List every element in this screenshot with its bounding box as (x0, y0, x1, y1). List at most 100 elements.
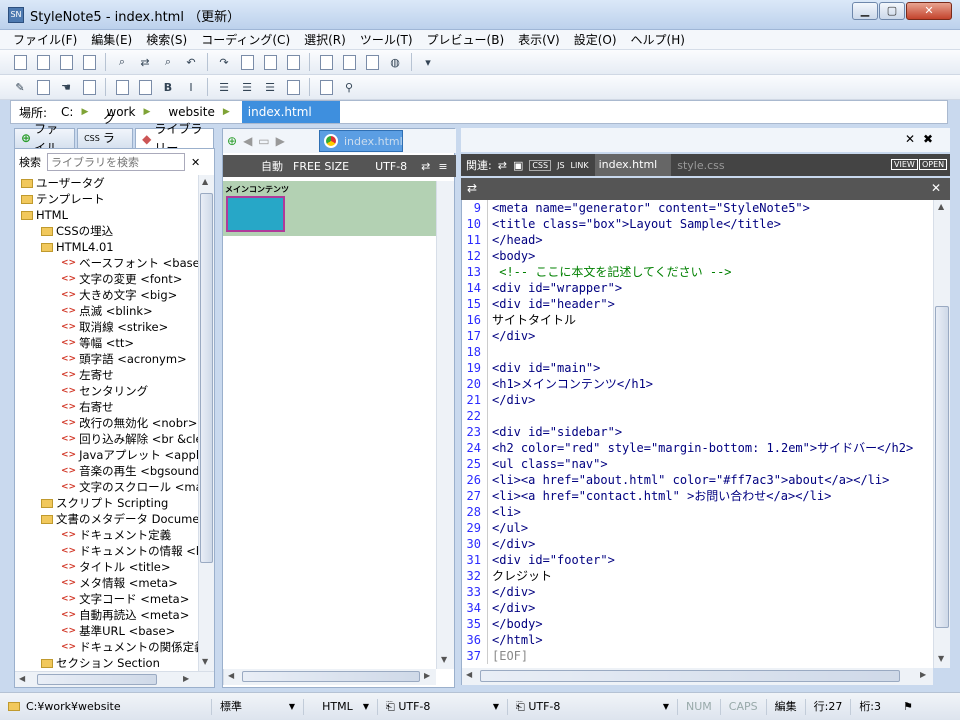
related-active-file[interactable]: index.html (594, 154, 672, 176)
scroll-left-icon[interactable]: ◀ (19, 674, 25, 683)
editor-horizontal-scrollbar[interactable]: ◀ ▶ (461, 668, 933, 685)
code-line[interactable]: 32 クレジット (462, 568, 933, 584)
code-line[interactable]: 27 <li><a href="contact.html" >お問い合わせ</a>… (462, 488, 933, 504)
crumb-current-file[interactable]: index.html (241, 101, 340, 123)
tree-item[interactable]: <> 文字の変更 <font> (15, 271, 198, 287)
scroll-right-icon[interactable]: ▶ (920, 670, 926, 679)
tree-item[interactable]: <>ドキュメントの関係定義 < (15, 639, 198, 655)
code-line[interactable]: 30 </div> (462, 536, 933, 552)
tree-folder[interactable]: テンプレート (15, 191, 198, 207)
status-mode[interactable]: 標準 ▼ (212, 698, 304, 715)
menu-item[interactable]: 選択(R) (297, 30, 353, 49)
tree-item[interactable]: <> 改行の無効化 <nobr> (15, 415, 198, 431)
scroll-left-icon[interactable]: ◀ (466, 670, 472, 679)
tree-horizontal-scrollbar[interactable]: ◀ ▶ (15, 671, 214, 687)
italic-icon[interactable]: I (181, 77, 201, 97)
code-line[interactable]: 24 <h2 color="red" style="margin-bottom: … (462, 440, 933, 456)
align-left-icon[interactable]: ☰ (214, 77, 234, 97)
copy-icon[interactable] (260, 52, 280, 72)
scroll-right-icon[interactable]: ▶ (424, 671, 430, 680)
code-editor[interactable]: 9 <meta name="generator" content="StyleNo… (461, 200, 933, 668)
code-line[interactable]: 37 [EOF] (462, 648, 933, 664)
code-line[interactable]: 11 </head> (462, 232, 933, 248)
tree-folder[interactable]: ユーザータグ (15, 175, 198, 191)
close-icon[interactable]: ✕ (931, 181, 941, 195)
sync-icon[interactable]: ⇄ (467, 181, 477, 195)
tree-item[interactable]: <> 右寄せ (15, 399, 198, 415)
tab-files[interactable]: ⊕ファイル (14, 122, 76, 155)
align-center-icon[interactable]: ☰ (237, 77, 257, 97)
tree-folder[interactable]: HTML4.01 (15, 239, 198, 255)
code-line[interactable]: 33 </div> (462, 584, 933, 600)
close-tab-icon[interactable]: ✕ (905, 132, 915, 146)
link-filter[interactable]: LINK (571, 161, 589, 170)
page-icon[interactable] (339, 52, 359, 72)
preview-file-tab[interactable]: index.html (319, 130, 403, 152)
status-language[interactable]: HTML ▼ (304, 698, 378, 715)
tree-item[interactable]: <> 音楽の再生 <bgsound> (15, 463, 198, 479)
crumb-drive[interactable]: C: ▶ (55, 105, 100, 119)
menu-item[interactable]: 検索(S) (139, 30, 194, 49)
color-palette-icon[interactable] (316, 52, 336, 72)
scroll-up-icon[interactable]: ▲ (938, 202, 944, 211)
stamp-icon[interactable]: ⚑ (903, 700, 913, 713)
code-line[interactable]: 19 <div id="main"> (462, 360, 933, 376)
html-icon[interactable] (112, 77, 132, 97)
code-line[interactable]: 31 <div id="footer"> (462, 552, 933, 568)
css-icon[interactable] (135, 77, 155, 97)
code-line[interactable]: 20 <h1>メインコンテンツ</h1> (462, 376, 933, 392)
pencil-icon[interactable]: ✎ (10, 77, 30, 97)
code-line[interactable]: 35 </body> (462, 616, 933, 632)
scroll-down-icon[interactable]: ▼ (441, 655, 447, 664)
related-css-file[interactable]: style.css (677, 159, 724, 172)
maximize-button[interactable]: ▢ (879, 2, 905, 20)
tab-classes[interactable]: CSSクラス (77, 112, 134, 164)
tree-item[interactable]: <> 左寄せ (15, 367, 198, 383)
tree-item[interactable]: <> センタリング (15, 383, 198, 399)
open-button[interactable]: OPEN (919, 159, 948, 170)
scroll-right-icon[interactable]: ▶ (183, 674, 189, 683)
add-tab-icon[interactable]: ⊕ (227, 134, 237, 148)
preview-vertical-scrollbar[interactable]: ▼ (436, 181, 454, 669)
replace-icon[interactable]: ⇄ (135, 52, 155, 72)
image-icon[interactable] (283, 77, 303, 97)
code-line[interactable]: 9 <meta name="generator" content="StyleNo… (462, 200, 933, 216)
code-line[interactable]: 14 <div id="wrapper"> (462, 280, 933, 296)
menu-item[interactable]: 表示(V) (511, 30, 567, 49)
tree-folder[interactable]: スクリプト Scripting (15, 495, 198, 511)
back-icon[interactable]: ◀ (243, 134, 252, 148)
forward-icon[interactable]: ▶ (276, 134, 285, 148)
scroll-thumb[interactable] (935, 306, 949, 628)
size-label[interactable]: FREE SIZE (293, 160, 349, 173)
tree-folder[interactable]: HTML (15, 207, 198, 223)
tree-folder[interactable]: CSSの埋込 (15, 223, 198, 239)
tree-item[interactable]: <> 大きめ文字 <big> (15, 287, 198, 303)
encoding-label[interactable]: UTF-8 (375, 160, 407, 173)
lock-icon[interactable]: ▣ (513, 159, 523, 172)
code-line[interactable]: 17 </div> (462, 328, 933, 344)
crumb-website[interactable]: website ▶ (162, 105, 241, 119)
code-line[interactable]: 22 (462, 408, 933, 424)
tree-item[interactable]: <> 基準URL <base> (15, 623, 198, 639)
tree-item[interactable]: <> タイトル <title> (15, 559, 198, 575)
refresh-icon[interactable]: ⇄ (421, 160, 430, 173)
minimize-button[interactable]: ▁ (852, 2, 878, 20)
hscroll-thumb[interactable] (480, 670, 900, 682)
menu-item[interactable]: 設定(O) (567, 30, 624, 49)
close-all-icon[interactable]: ✖ (923, 132, 933, 146)
page-icon[interactable]: ▭ (258, 134, 269, 148)
browser-icon[interactable]: ◍ (385, 52, 405, 72)
status-encoding-2[interactable]: ⎗ UTF-8 ▼ (508, 698, 678, 715)
js-filter[interactable]: JS (557, 161, 564, 170)
code-line[interactable]: 28 <li> (462, 504, 933, 520)
hand-icon[interactable]: ☚ (56, 77, 76, 97)
menu-item[interactable]: プレビュー(B) (420, 30, 512, 49)
cut-icon[interactable] (237, 52, 257, 72)
save-all-icon[interactable] (79, 52, 99, 72)
refresh-icon[interactable]: ⇄ (498, 159, 507, 172)
code-line[interactable]: 26 <li><a href="about.html" color="#ff7ac… (462, 472, 933, 488)
status-edit-mode[interactable]: 編集 (767, 698, 806, 715)
status-encoding-1[interactable]: ⎗ UTF-8 ▼ (378, 698, 508, 715)
paste-icon[interactable] (283, 52, 303, 72)
tree-folder[interactable]: 文書のメタデータ Document (15, 511, 198, 527)
